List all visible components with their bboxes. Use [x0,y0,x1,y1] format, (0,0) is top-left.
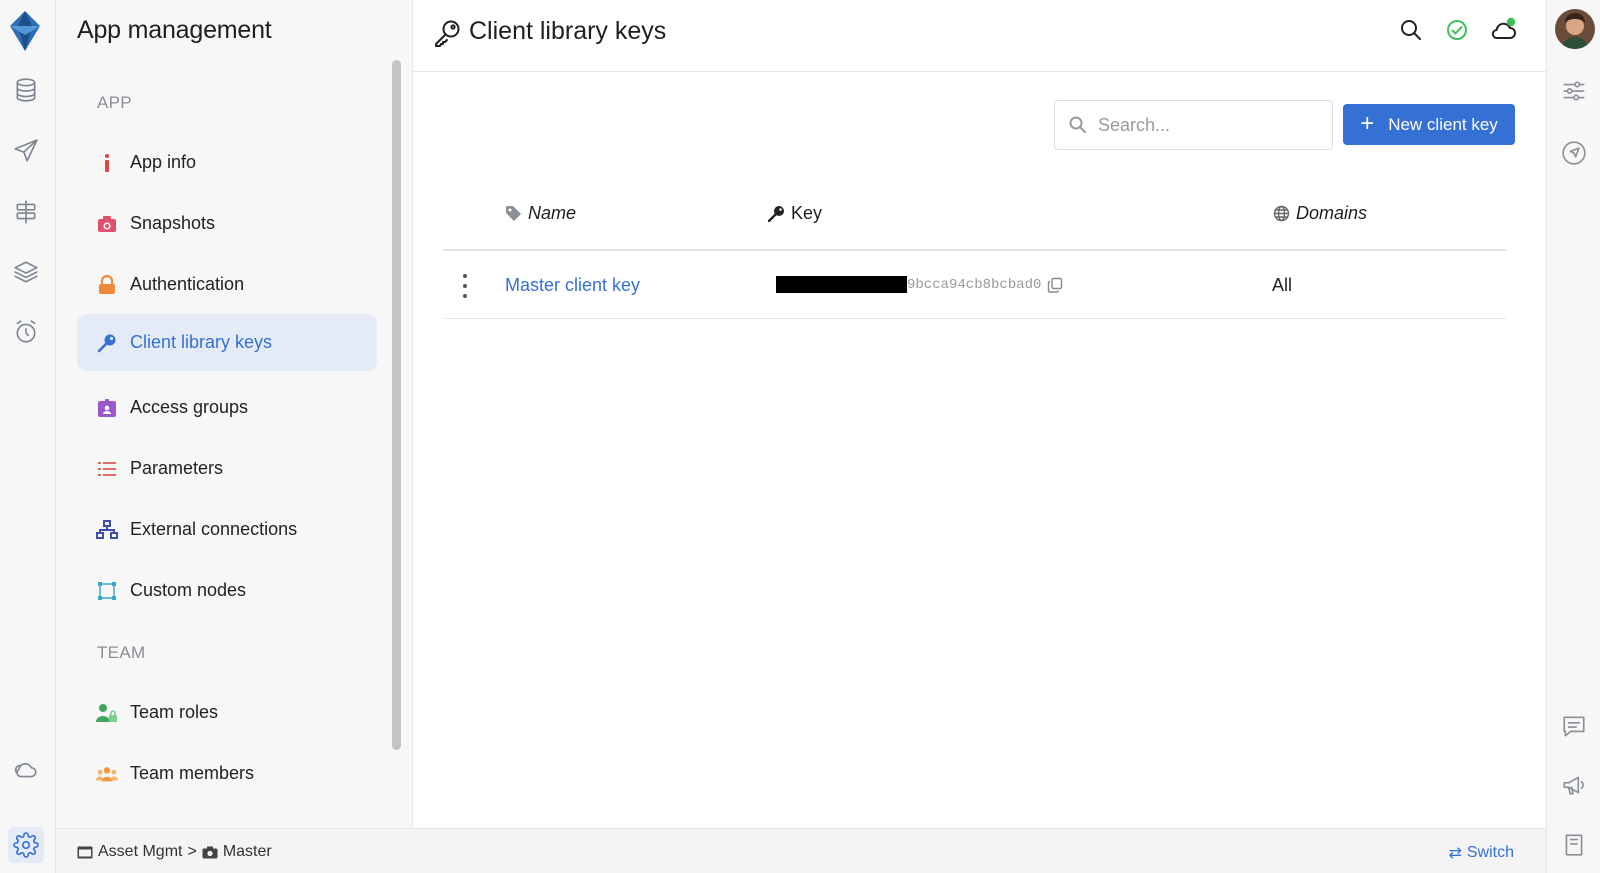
cloud-status-icon[interactable] [1489,16,1517,44]
gear-icon[interactable] [8,827,44,863]
users-icon [96,763,118,785]
camera-icon [96,213,118,235]
right-rail [1546,0,1600,873]
globe-icon [1273,205,1290,222]
list-icon [96,458,118,480]
sidebar-item-label: Access groups [130,397,249,417]
column-header-domains[interactable]: Domains [1273,203,1367,224]
avatar[interactable] [1555,9,1595,49]
nodes-icon [96,580,118,602]
user-lock-icon [96,702,118,724]
network-icon [96,519,118,541]
sidebar-scrollbar[interactable] [392,60,401,750]
signpost-icon[interactable] [8,194,44,230]
check-circle-icon[interactable] [1443,16,1471,44]
key-icon [768,206,784,222]
row-actions-menu-icon[interactable] [459,274,471,298]
search-icon [1069,116,1086,133]
column-header-name[interactable]: Name [505,203,576,224]
sidebar-item-custom-nodes[interactable]: Custom nodes [77,562,377,619]
row-name-link[interactable]: Master client key [505,275,640,296]
search-field[interactable] [1054,100,1333,150]
paper-plane-icon[interactable] [8,133,44,169]
key-outline-icon [435,20,460,47]
sliders-icon[interactable] [1559,76,1589,106]
sidebar-item-access-groups[interactable]: Access groups [77,379,377,436]
sidebar-item-app-info[interactable]: App info [77,134,377,191]
plus-icon: + [1360,109,1375,137]
search-icon[interactable] [1397,16,1425,44]
sidebar-scroll-thumb[interactable] [392,60,401,750]
redacted-block [776,276,907,293]
copy-icon[interactable] [1047,277,1063,293]
alarm-clock-icon[interactable] [8,314,44,350]
breadcrumb-item[interactable]: Master [223,843,272,861]
project-icon [77,846,93,858]
sidebar-item-label: Snapshots [130,213,216,233]
sidebar-item-authentication[interactable]: Authentication [77,256,377,313]
key-icon [96,332,118,354]
id-badge-icon [96,397,118,419]
search-input[interactable] [1098,114,1298,136]
comment-icon[interactable] [1559,711,1589,741]
breadcrumb: Asset Mgmt > Master [77,843,272,861]
info-icon [96,152,118,174]
breadcrumb-separator: > [187,843,197,860]
sidebar-item-team-roles[interactable]: Team roles [77,684,377,741]
page-title: Client library keys [469,17,667,45]
tag-icon [506,206,521,221]
database-icon[interactable] [8,72,44,108]
sidebar-title: App management [77,16,272,44]
camera-icon [202,846,218,858]
switch-label: Switch [1466,844,1514,861]
sidebar-item-label: External connections [130,519,298,539]
settings-sidebar: App management APP App info Snapshots Au… [56,0,413,828]
sidebar-item-label: Authentication [130,274,245,294]
switch-button[interactable]: ⇄ Switch [1448,843,1514,863]
footer-bar: Asset Mgmt > Master ⇄ Switch [56,828,1546,873]
sidebar-item-label: Team members [130,763,255,783]
navigation-icon[interactable] [1559,138,1589,168]
page-header: Client library keys [413,0,1546,72]
column-header-key[interactable]: Key [768,203,822,224]
table-row: Master client key 9bcca94cb8bcbad0 All [443,251,1506,319]
lock-icon [96,274,118,296]
sidebar-item-parameters[interactable]: Parameters [77,440,377,497]
row-domains-value: All [1272,275,1293,295]
row-key-value: 9bcca94cb8bcbad0 [776,276,1063,293]
new-client-key-button[interactable]: + New client key [1343,104,1515,145]
book-icon[interactable] [1559,830,1589,860]
sidebar-item-team-members[interactable]: Team members [77,745,377,802]
sidebar-item-label: Parameters [130,458,224,478]
section-label-team: TEAM [97,643,146,662]
sidebar-item-label: Team roles [130,702,219,722]
key-suffix: 9bcca94cb8bcbad0 [907,276,1042,293]
new-client-key-label: New client key [1388,114,1498,134]
app-logo-icon[interactable] [8,9,42,53]
icon-rail [0,0,56,873]
swap-arrows-icon: ⇄ [1448,845,1462,862]
cloud-icon[interactable] [8,752,44,788]
sidebar-item-label: App info [130,152,197,172]
section-label-app: APP [97,93,132,112]
sidebar-item-client-library-keys[interactable]: Client library keys [77,314,377,371]
breadcrumb-item[interactable]: Asset Mgmt [98,843,182,861]
layers-icon[interactable] [8,254,44,290]
megaphone-icon[interactable] [1559,770,1589,800]
sidebar-item-snapshots[interactable]: Snapshots [77,195,377,252]
sidebar-item-label: Custom nodes [130,580,247,600]
sidebar-item-label: Client library keys [130,332,273,352]
sidebar-item-external-connections[interactable]: External connections [77,501,377,558]
